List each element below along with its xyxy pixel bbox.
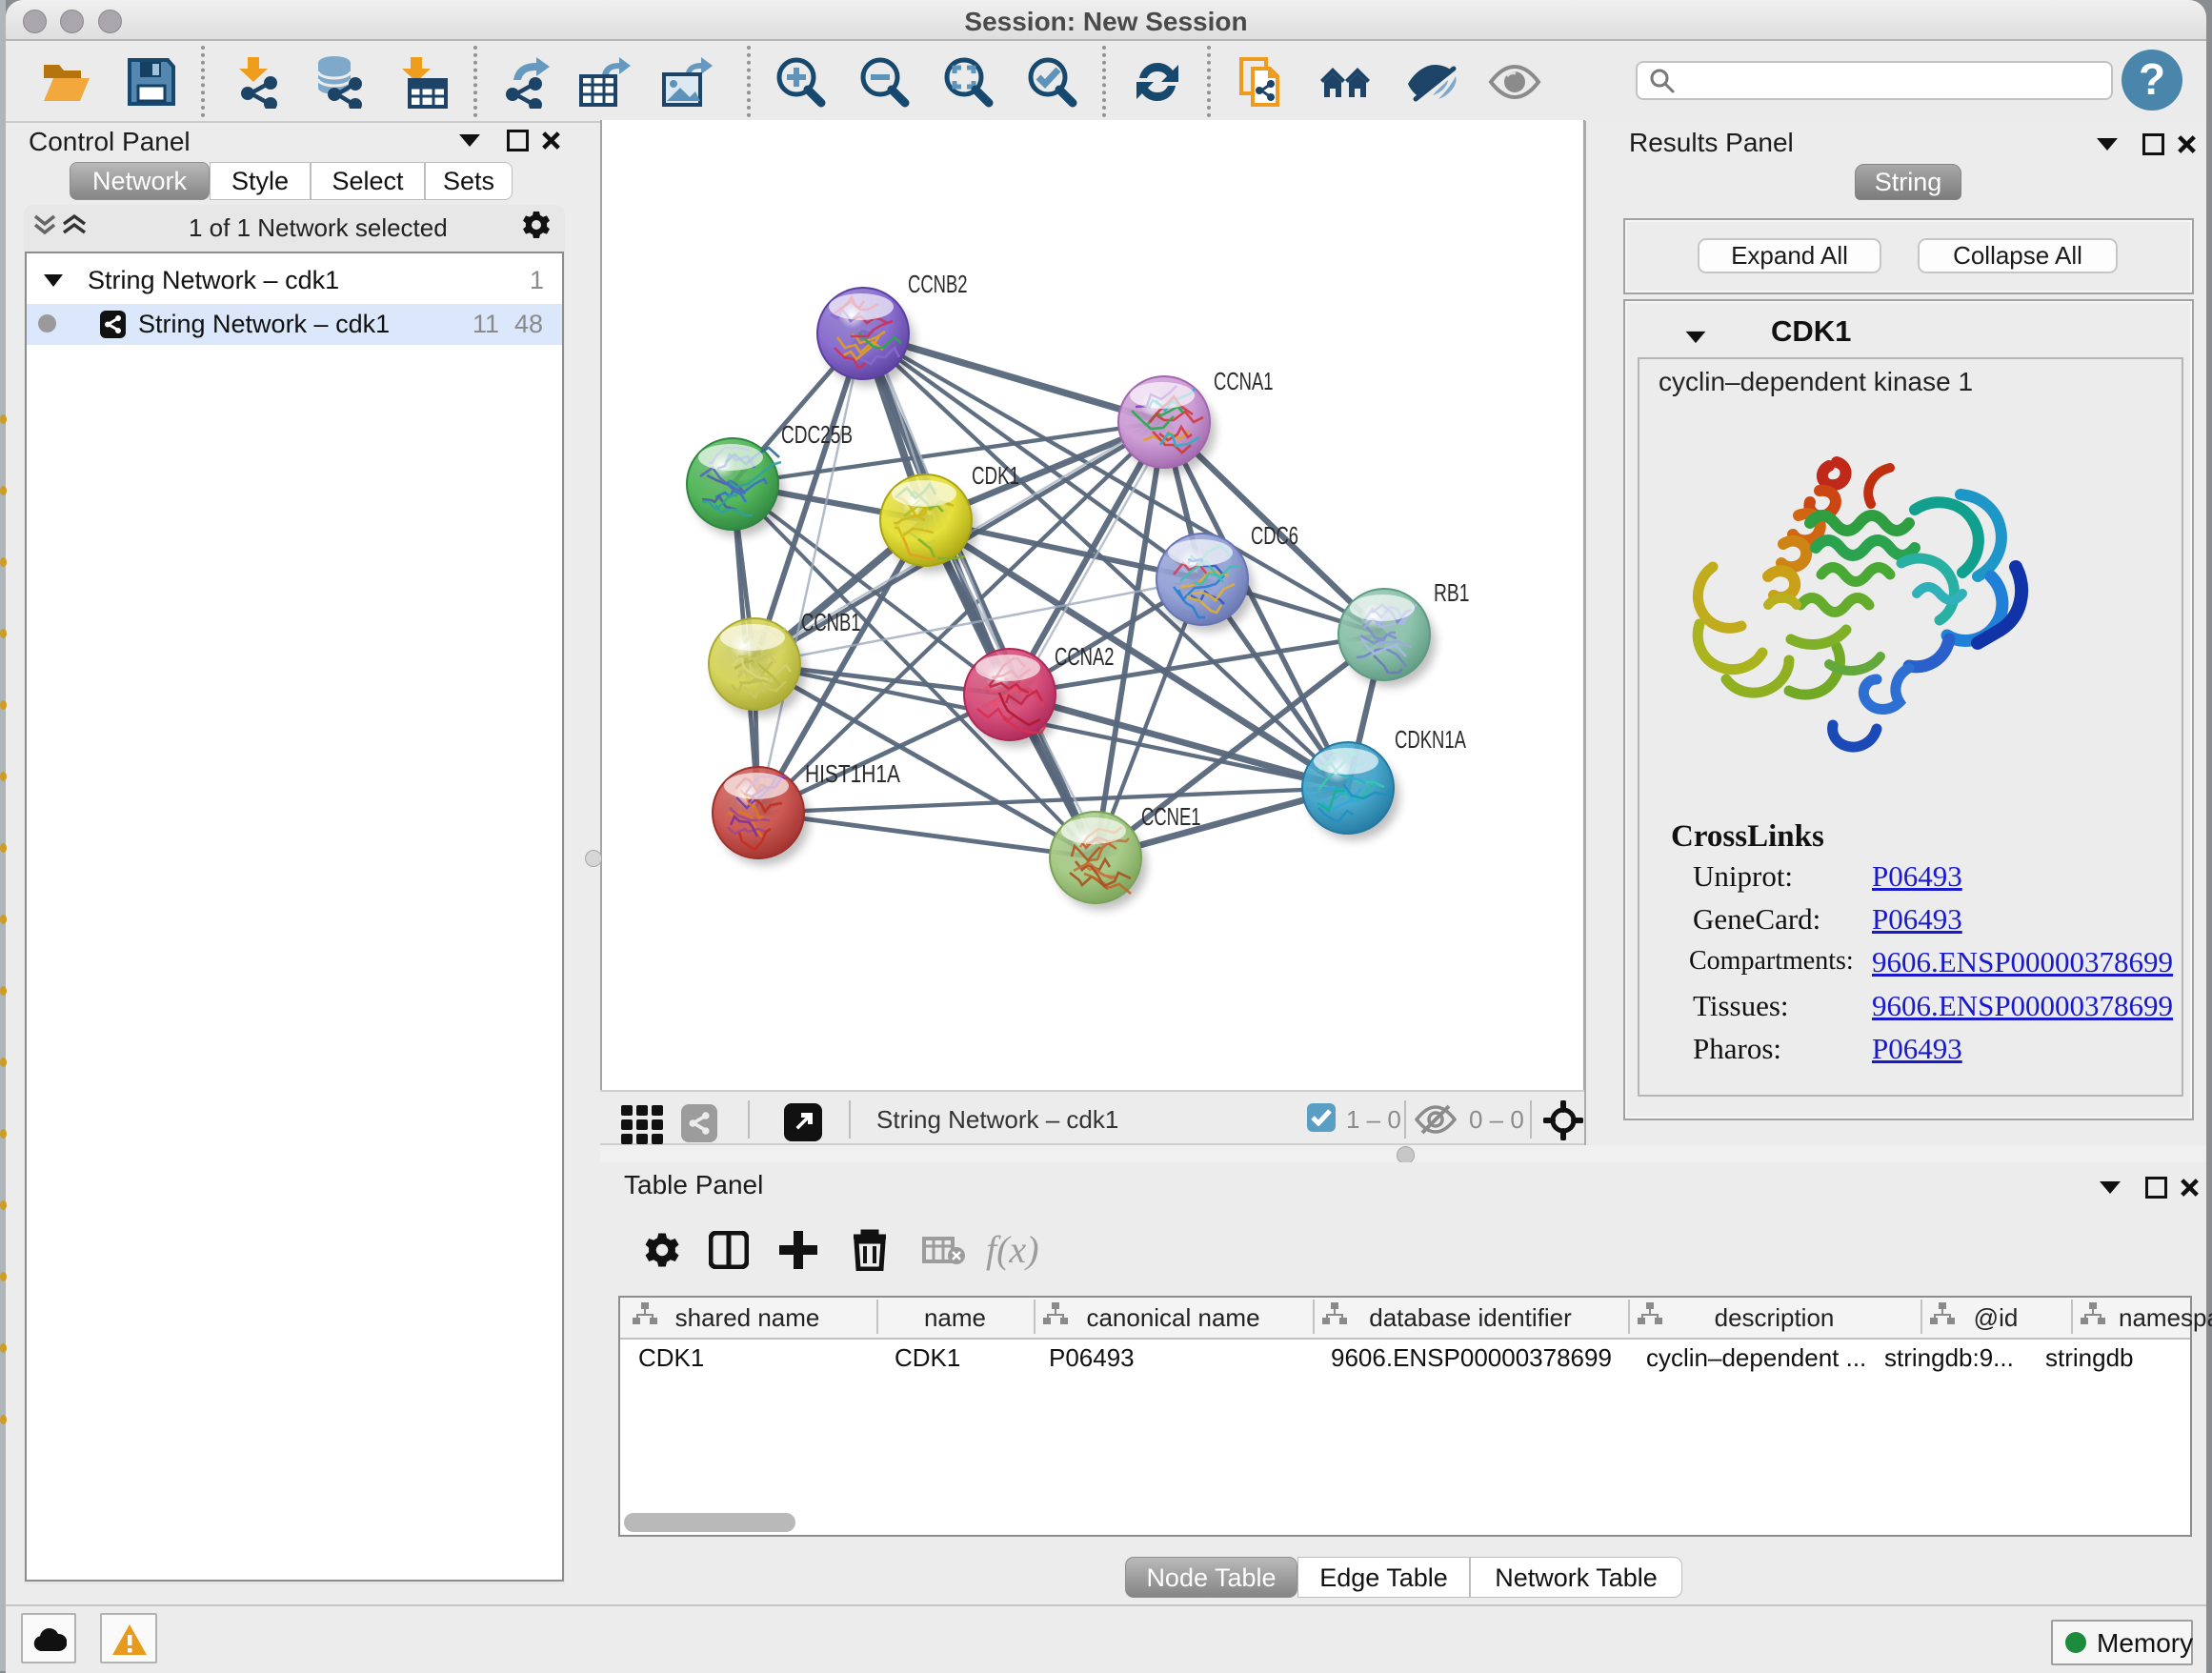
svg-text:HIST1H1A: HIST1H1A (805, 759, 901, 788)
svg-text:CDKN1A: CDKN1A (1395, 725, 1466, 754)
svg-text:CCNA1: CCNA1 (1214, 367, 1274, 395)
svg-text:CCNB2: CCNB2 (908, 270, 968, 298)
svg-text:CDC25B: CDC25B (781, 420, 853, 449)
svg-text:CDC6: CDC6 (1251, 521, 1298, 550)
svg-text:CCNB1: CCNB1 (801, 608, 861, 636)
svg-text:RB1: RB1 (1434, 578, 1470, 607)
svg-text:CDK1: CDK1 (972, 461, 1019, 490)
svg-text:CCNA2: CCNA2 (1055, 642, 1115, 671)
svg-text:CCNE1: CCNE1 (1141, 802, 1201, 831)
